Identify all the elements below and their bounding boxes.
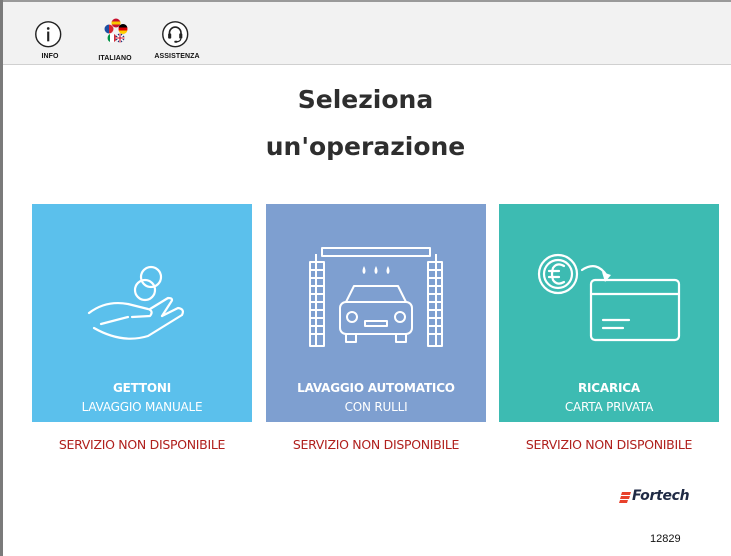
car-wash-card-subtitle: CON RULLI xyxy=(344,400,408,414)
language-label: ITALIANO xyxy=(98,55,132,62)
info-label: INFO xyxy=(41,53,59,60)
info-button[interactable]: INFO xyxy=(25,2,75,64)
page-title-line2: un'operazione xyxy=(265,132,466,161)
brand-text: Fortech xyxy=(632,488,690,504)
tokens-card-subtitle: LAVAGGIO MANUALE xyxy=(81,400,203,414)
toolbar: INFO ITALIANO ASSISTENZA xyxy=(3,2,731,65)
flags-icon xyxy=(104,18,128,43)
headset-icon xyxy=(162,21,189,48)
brand-logo: Fortech xyxy=(618,488,718,510)
brand-mark-icon xyxy=(619,492,631,503)
support-button[interactable]: ASSISTENZA xyxy=(149,2,205,64)
hand-coins-icon xyxy=(87,265,184,340)
recharge-status: SERVIZIO NON DISPONIBILE xyxy=(525,437,693,452)
car-wash-card-title: LAVAGGIO AUTOMATICO xyxy=(297,381,455,395)
recharge-card[interactable]: RICARICA CARTA PRIVATA xyxy=(499,204,719,422)
info-icon xyxy=(35,21,62,48)
car-wash-card[interactable]: LAVAGGIO AUTOMATICO CON RULLI xyxy=(266,204,486,422)
support-label: ASSISTENZA xyxy=(154,53,200,60)
recharge-card-subtitle: CARTA PRIVATA xyxy=(564,400,654,414)
car-wash-status: SERVIZIO NON DISPONIBILE xyxy=(292,437,460,452)
recharge-card-title: RICARICA xyxy=(578,381,640,395)
page-title-line1: Seleziona xyxy=(297,85,434,114)
tokens-status: SERVIZIO NON DISPONIBILE xyxy=(58,437,226,452)
car-wash-icon xyxy=(309,247,443,347)
euro-card-icon xyxy=(537,253,681,342)
device-serial: 12829 xyxy=(650,533,681,545)
language-button[interactable]: ITALIANO xyxy=(85,2,145,64)
tokens-card[interactable]: GETTONI LAVAGGIO MANUALE xyxy=(32,204,252,422)
tokens-card-title: GETTONI xyxy=(112,381,171,395)
